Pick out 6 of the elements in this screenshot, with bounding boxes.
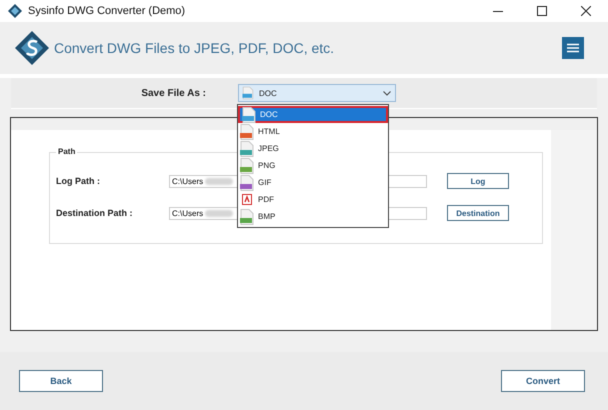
header-title: Convert DWG Files to JPEG, PDF, DOC, etc. [54,40,334,56]
field-label: Log Path : [55,176,101,186]
field-label: Destination Path : [55,208,134,218]
group-title: Path [56,147,78,156]
window-title: Sysinfo DWG Converter (Demo) [28,5,186,17]
field-label: Save File As : [140,88,206,98]
